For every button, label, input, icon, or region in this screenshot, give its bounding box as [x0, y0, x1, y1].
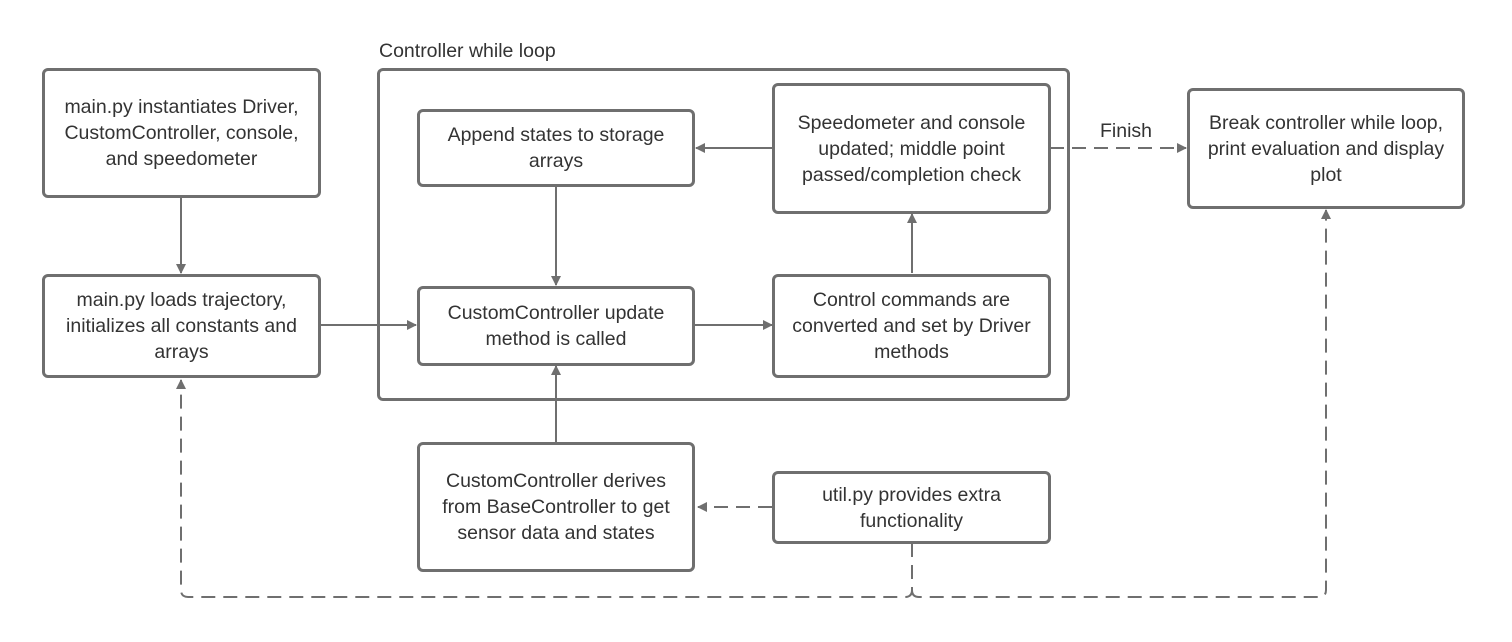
node-break-loop: Break controller while loop, print evalu… [1187, 88, 1465, 209]
node-speedometer-updated: Speedometer and console updated; middle … [772, 83, 1051, 214]
node-append-states: Append states to storage arrays [417, 109, 695, 187]
edge-label-finish: Finish [1100, 120, 1153, 142]
node-derives-base: CustomController derives from BaseContro… [417, 442, 695, 572]
node-main-instantiates: main.py instantiates Driver, CustomContr… [42, 68, 321, 198]
node-util-provides: util.py provides extra functionality [772, 471, 1051, 544]
node-control-commands: Control commands are converted and set b… [772, 274, 1051, 378]
node-update-called: CustomController update method is called [417, 286, 695, 366]
node-main-loads: main.py loads trajectory, initializes al… [42, 274, 321, 378]
container-label: Controller while loop [379, 40, 556, 62]
